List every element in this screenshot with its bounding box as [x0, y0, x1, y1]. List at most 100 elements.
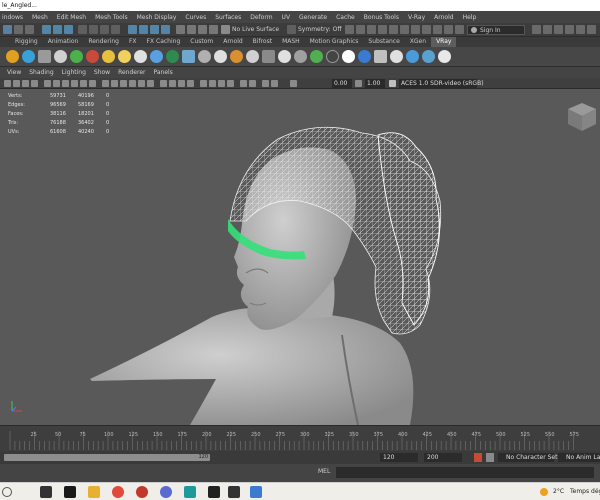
gamma-icon[interactable] — [271, 80, 278, 87]
search-icon[interactable] — [2, 487, 12, 497]
snap-view-plane-icon[interactable] — [161, 25, 170, 34]
vray-help-icon[interactable] — [422, 50, 435, 63]
3d-viewport[interactable]: Verts: 59731 40196 0 Edges: 96569 58169 … — [0, 89, 600, 425]
auto-key-icon[interactable] — [474, 453, 482, 462]
grid-icon[interactable] — [44, 80, 51, 87]
vray-checker-icon[interactable] — [374, 50, 387, 63]
chrome-icon[interactable] — [112, 486, 124, 498]
panel-layout-icon-4[interactable] — [576, 25, 585, 34]
render-settings-icon[interactable] — [209, 25, 218, 34]
menu-bonus-tools[interactable]: Bonus Tools — [364, 14, 399, 21]
tab-bifrost[interactable]: Bifrost — [248, 37, 277, 47]
vray-plane-icon[interactable] — [214, 50, 227, 63]
panel-menu-view[interactable]: View — [7, 68, 21, 78]
app-icon-1[interactable] — [64, 486, 76, 498]
workspace-icon[interactable] — [532, 25, 541, 34]
menu-arnold[interactable]: Arnold — [434, 14, 453, 21]
mel-label[interactable]: MEL — [318, 468, 330, 475]
menu-deform[interactable]: Deform — [250, 14, 272, 21]
menu-generate[interactable]: Generate — [299, 14, 327, 21]
transform-icon-8[interactable] — [422, 25, 431, 34]
vray-clipper-icon[interactable] — [310, 50, 323, 63]
vray-physical-camera-icon[interactable] — [326, 50, 339, 63]
vray-scene-access-icon[interactable] — [294, 50, 307, 63]
anti-alias-icon[interactable] — [178, 80, 185, 87]
unity-icon[interactable] — [228, 486, 240, 498]
transform-icon-6[interactable] — [400, 25, 409, 34]
menu-windows[interactable]: indows — [2, 14, 23, 21]
dof-icon[interactable] — [187, 80, 194, 87]
file-explorer-icon[interactable] — [88, 486, 100, 498]
tab-substance[interactable]: Substance — [363, 37, 404, 47]
panel-layout-icon-1[interactable] — [543, 25, 552, 34]
wireframe-on-shaded-icon[interactable] — [120, 80, 127, 87]
vray-env-fog-icon[interactable] — [358, 50, 371, 63]
menu-cache[interactable]: Cache — [336, 14, 355, 21]
color-management-icon[interactable] — [290, 80, 297, 87]
vray-settings-icon[interactable] — [438, 50, 451, 63]
transform-icon-2[interactable] — [356, 25, 365, 34]
transform-icon-4[interactable] — [378, 25, 387, 34]
weather-icon[interactable] — [540, 488, 548, 496]
xray-active-icon[interactable] — [218, 80, 225, 87]
vray-sun-icon[interactable] — [118, 50, 131, 63]
select-hierarchy-icon[interactable] — [42, 25, 51, 34]
menu-mesh-tools[interactable]: Mesh Tools — [95, 14, 127, 21]
menu-surfaces[interactable]: Surfaces — [215, 14, 241, 21]
menu-vray[interactable]: V-Ray — [408, 14, 425, 21]
smooth-shade-icon[interactable] — [111, 80, 118, 87]
vray-volume-icon[interactable] — [278, 50, 291, 63]
task-view-icon[interactable] — [40, 486, 52, 498]
tab-rendering[interactable]: Rendering — [83, 37, 124, 47]
transform-icon-11[interactable] — [455, 25, 464, 34]
uv-mask-icon[interactable] — [111, 25, 120, 34]
vray-render-elements-icon[interactable] — [262, 50, 275, 63]
time-slider[interactable]: 25 50 75 100 125 150 175 200 225 250 275 300 325 350 3… — [0, 425, 600, 451]
vray-fur-icon[interactable] — [166, 50, 179, 63]
image-plane-icon[interactable] — [31, 80, 38, 87]
vray-render-icon[interactable] — [6, 50, 19, 63]
resolution-gate-icon[interactable] — [62, 80, 69, 87]
panel-layout-icon-2[interactable] — [554, 25, 563, 34]
vray-sky-icon[interactable] — [150, 50, 163, 63]
app-icon-2[interactable] — [250, 486, 262, 498]
vray-cloud-icon[interactable] — [406, 50, 419, 63]
film-gate-icon[interactable] — [53, 80, 60, 87]
anim-layer-dropdown[interactable]: No Anim Layer — [558, 453, 600, 462]
select-object-icon[interactable] — [53, 25, 62, 34]
magnet-icon[interactable] — [221, 25, 230, 34]
exposure-field[interactable]: 0.00 — [332, 79, 352, 88]
face-mask-icon[interactable] — [100, 25, 109, 34]
panel-menu-renderer[interactable]: Renderer — [118, 68, 145, 78]
field-chart-icon[interactable] — [80, 80, 87, 87]
view-transform-icon[interactable] — [389, 80, 396, 87]
paint-select-icon[interactable] — [25, 25, 34, 34]
camera-select-icon[interactable] — [4, 80, 11, 87]
camera-attributes-icon[interactable] — [13, 80, 20, 87]
lasso-icon[interactable] — [14, 25, 23, 34]
color-space-dropdown[interactable]: ACES 1.0 SDR-video (sRGB) — [399, 79, 484, 88]
shadows-icon[interactable] — [147, 80, 154, 87]
select-tool-icon[interactable] — [3, 25, 12, 34]
range-end-field[interactable]: 120 — [380, 453, 418, 462]
character-set-icon[interactable] — [486, 453, 494, 462]
panel-layout-icon-3[interactable] — [565, 25, 574, 34]
range-slider-bar[interactable]: 120 — [4, 454, 210, 461]
tab-arnold[interactable]: Arnold — [218, 37, 247, 47]
vray-displacement-icon[interactable] — [230, 50, 243, 63]
vray-ies-light-icon[interactable] — [134, 50, 147, 63]
tab-vray[interactable]: VRay — [431, 37, 457, 47]
edge-mask-icon[interactable] — [89, 25, 98, 34]
motion-blur-icon[interactable] — [169, 80, 176, 87]
opera-icon[interactable] — [136, 486, 148, 498]
menu-mesh[interactable]: Mesh — [32, 14, 48, 21]
command-input[interactable] — [336, 467, 594, 478]
xray-icon[interactable] — [209, 80, 216, 87]
vray-bake-icon[interactable] — [342, 50, 355, 63]
vray-object-properties-icon[interactable] — [246, 50, 259, 63]
tab-xgen[interactable]: XGen — [405, 37, 431, 47]
menu-curves[interactable]: Curves — [185, 14, 206, 21]
menu-mesh-display[interactable]: Mesh Display — [137, 14, 177, 21]
tab-rigging[interactable]: Rigging — [10, 37, 43, 47]
vray-material-icon[interactable] — [54, 50, 67, 63]
